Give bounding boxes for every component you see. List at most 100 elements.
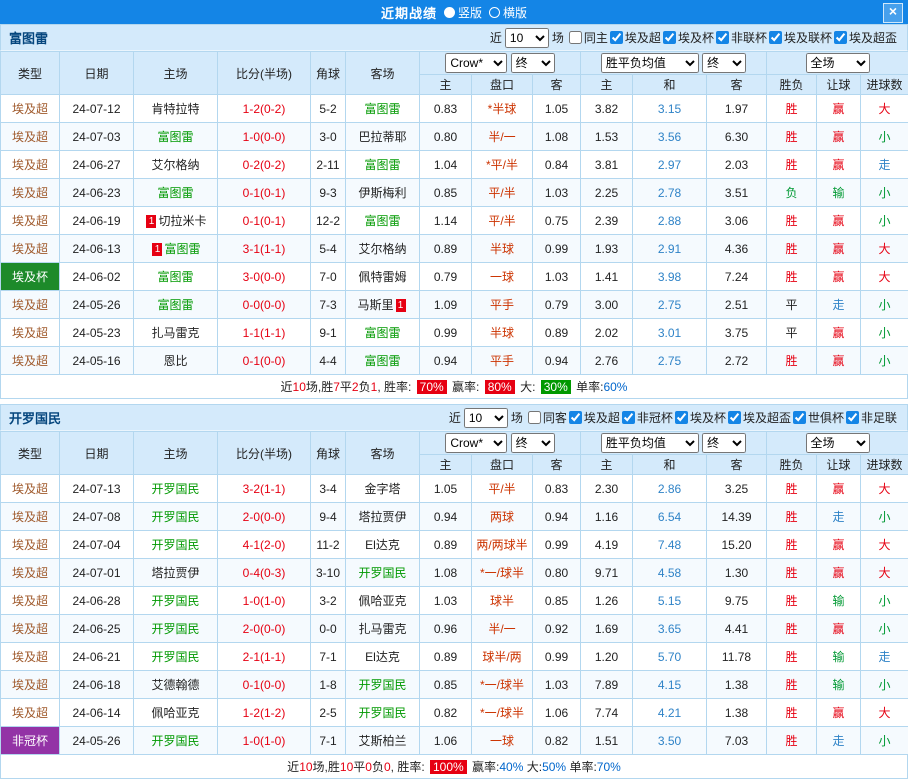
- footer-part: 赢率:: [449, 378, 483, 395]
- corner-cell: 9-1: [311, 319, 346, 347]
- asia-stage-select[interactable]: 终: [511, 53, 555, 73]
- corner-cell: 3-2: [311, 587, 346, 615]
- filter-checkbox[interactable]: [528, 411, 541, 424]
- filter-label: 非足联: [861, 409, 897, 426]
- filter-checkbox[interactable]: [610, 31, 623, 44]
- goals-result-cell: 小: [861, 319, 908, 347]
- close-icon[interactable]: ×: [883, 3, 903, 23]
- filter-埃及杯[interactable]: 埃及杯: [663, 29, 714, 46]
- result-cell: 胜: [767, 263, 817, 291]
- euro-draw-odds: 5.15: [633, 587, 707, 615]
- euro-home-odds: 2.25: [581, 179, 633, 207]
- filter-同主[interactable]: 同主: [569, 29, 608, 46]
- asia-home-odds: 1.14: [420, 207, 472, 235]
- asia-handicap: 两球: [472, 503, 533, 531]
- scope-select[interactable]: 全场: [806, 53, 870, 73]
- home-team-name: 艾德翰德: [151, 678, 199, 692]
- col-home: 主场: [134, 432, 218, 475]
- asia-home-odds: 1.03: [420, 587, 472, 615]
- red-card-icon: 1: [152, 243, 162, 256]
- home-team-name: 富图雷: [157, 130, 193, 144]
- filter-checkbox[interactable]: [793, 411, 806, 424]
- recent-count-select[interactable]: 10: [464, 408, 508, 428]
- filter-埃及超[interactable]: 埃及超: [610, 29, 661, 46]
- result-cell: 胜: [767, 559, 817, 587]
- filter-checkbox[interactable]: [834, 31, 847, 44]
- goals-result-cell: 小: [861, 207, 908, 235]
- asia-handicap: 平/半: [472, 179, 533, 207]
- goals-result-cell: 小: [861, 615, 908, 643]
- team-section-1: 富图雷 近 10 场 同主埃及超埃及杯非联杯埃及联杯埃及超盃 类型 日期 主场 …: [0, 24, 908, 399]
- score-cell: 1-2(0-2): [218, 95, 311, 123]
- euro-provider-select[interactable]: 胜平负均值: [601, 433, 699, 453]
- filter-埃及超盃[interactable]: 埃及超盃: [728, 409, 791, 426]
- filter-非足联[interactable]: 非足联: [846, 409, 897, 426]
- near-label: 近: [449, 409, 461, 426]
- league-filters: 同主埃及超埃及杯非联杯埃及联杯埃及超盃: [567, 29, 897, 47]
- filter-checkbox[interactable]: [569, 31, 582, 44]
- col-handicap: 让球: [817, 75, 861, 95]
- filter-label: 同客: [543, 409, 567, 426]
- euro-draw-odds: 3.01: [633, 319, 707, 347]
- league-cell: 埃及超: [1, 475, 60, 503]
- away-team-cell: 金字塔: [346, 475, 420, 503]
- footer-part: 40%: [499, 760, 523, 774]
- asia-stage-select[interactable]: 终: [511, 433, 555, 453]
- euro-draw-odds: 3.65: [633, 615, 707, 643]
- euro-draw-odds: 6.54: [633, 503, 707, 531]
- date-cell: 24-06-18: [60, 671, 134, 699]
- corner-cell: 3-4: [311, 475, 346, 503]
- col-away: 客场: [346, 52, 420, 95]
- filter-checkbox[interactable]: [663, 31, 676, 44]
- filter-checkbox[interactable]: [622, 411, 635, 424]
- filter-checkbox[interactable]: [675, 411, 688, 424]
- footer-part: 7: [333, 380, 340, 394]
- asia-provider-select[interactable]: Crow*: [445, 433, 507, 453]
- filter-世俱杯[interactable]: 世俱杯: [793, 409, 844, 426]
- filter-checkbox[interactable]: [569, 411, 582, 424]
- euro-provider-select[interactable]: 胜平负均值: [601, 53, 699, 73]
- euro-home-odds: 7.89: [581, 671, 633, 699]
- asia-away-odds: 0.85: [533, 587, 581, 615]
- euro-away-odds: 7.24: [707, 263, 767, 291]
- euro-stage-select[interactable]: 终: [702, 433, 746, 453]
- asia-handicap: 一球: [472, 263, 533, 291]
- filter-埃及杯[interactable]: 埃及杯: [675, 409, 726, 426]
- euro-draw-odds: 2.91: [633, 235, 707, 263]
- scope-select[interactable]: 全场: [806, 433, 870, 453]
- away-team-cell: 富图雷: [346, 151, 420, 179]
- filter-埃及超[interactable]: 埃及超: [569, 409, 620, 426]
- col-handicap: 让球: [817, 455, 861, 475]
- layout-radio-vertical[interactable]: 竖版: [444, 4, 482, 21]
- footer-part: 10: [299, 760, 312, 774]
- footer-part: 80%: [485, 380, 515, 394]
- col-euro-away: 客: [707, 75, 767, 95]
- filter-checkbox[interactable]: [769, 31, 782, 44]
- col-home: 主场: [134, 52, 218, 95]
- corner-cell: 7-0: [311, 263, 346, 291]
- asia-home-odds: 0.80: [420, 123, 472, 151]
- filter-checkbox[interactable]: [846, 411, 859, 424]
- date-cell: 24-07-01: [60, 559, 134, 587]
- filter-同客[interactable]: 同客: [528, 409, 567, 426]
- filter-埃及超盃[interactable]: 埃及超盃: [834, 29, 897, 46]
- filter-非联杯[interactable]: 非联杯: [716, 29, 767, 46]
- filter-checkbox[interactable]: [728, 411, 741, 424]
- recent-count-select[interactable]: 10: [505, 28, 549, 48]
- layout-radio-horizontal[interactable]: 横版: [489, 4, 527, 21]
- col-type: 类型: [1, 52, 60, 95]
- filter-checkbox[interactable]: [716, 31, 729, 44]
- filter-非冠杯[interactable]: 非冠杯: [622, 409, 673, 426]
- asia-provider-select[interactable]: Crow*: [445, 53, 507, 73]
- euro-away-odds: 11.78: [707, 643, 767, 671]
- away-team-cell: 伊斯梅利: [346, 179, 420, 207]
- away-team-name: 佩特雷姆: [358, 270, 406, 284]
- filter-埃及联杯[interactable]: 埃及联杯: [769, 29, 832, 46]
- league-cell: 埃及杯: [1, 263, 60, 291]
- away-team-cell: 马斯里1: [346, 291, 420, 319]
- euro-stage-select[interactable]: 终: [702, 53, 746, 73]
- euro-away-odds: 3.75: [707, 319, 767, 347]
- euro-away-odds: 7.03: [707, 727, 767, 755]
- score-cell: 0-1(0-1): [218, 207, 311, 235]
- goals-result-cell: 大: [861, 235, 908, 263]
